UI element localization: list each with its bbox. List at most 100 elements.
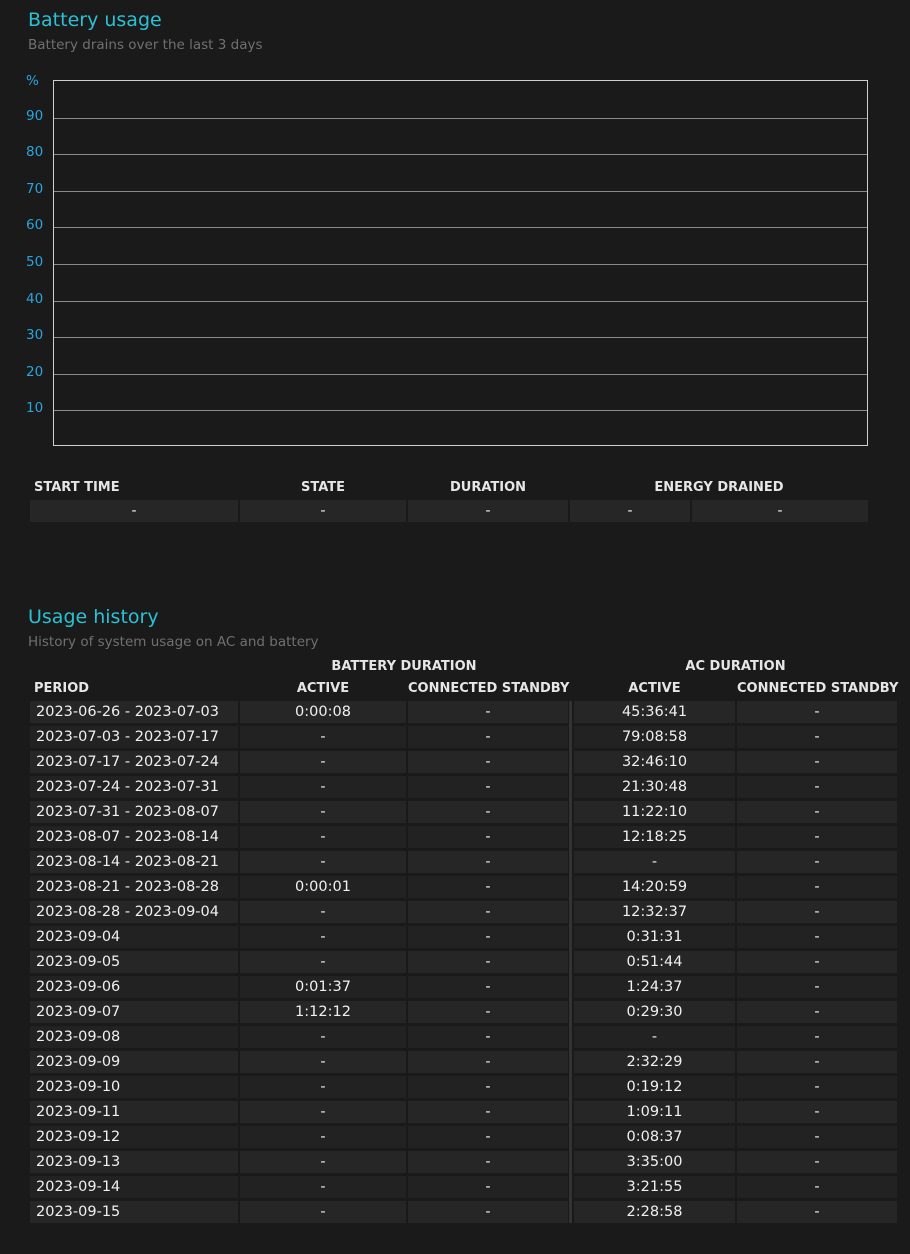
- cell-period: 2023-09-08: [30, 1026, 238, 1048]
- gridline: [54, 227, 867, 228]
- y-tick-label: 80: [26, 144, 44, 160]
- cell-battery-active: -: [240, 1201, 406, 1223]
- cell-battery-standby: -: [408, 1001, 568, 1023]
- cell-period: 2023-09-10: [30, 1076, 238, 1098]
- cell-battery-active: -: [240, 726, 406, 748]
- battery-usage-subtitle: Battery drains over the last 3 days: [28, 37, 263, 53]
- battery-usage-title: Battery usage: [28, 9, 162, 31]
- cell-battery-standby: -: [408, 1101, 568, 1123]
- cell-ac-standby: -: [737, 901, 897, 923]
- cell-ac-standby: -: [737, 1126, 897, 1148]
- cell-period: 2023-07-03 - 2023-07-17: [30, 726, 238, 748]
- gridline: [54, 301, 867, 302]
- header-period: PERIOD: [34, 681, 90, 696]
- cell-ac-standby: -: [737, 1201, 897, 1223]
- cell-ac-active: 11:22:10: [574, 801, 735, 823]
- cell-ac-standby: -: [737, 801, 897, 823]
- cell-period: 2023-07-24 - 2023-07-31: [30, 776, 238, 798]
- cell-period: 2023-09-05: [30, 951, 238, 973]
- drain-cell-duration: -: [408, 500, 568, 522]
- cell-battery-active: -: [240, 851, 406, 873]
- cell-battery-active: -: [240, 801, 406, 823]
- cell-ac-active: 3:35:00: [574, 1151, 735, 1173]
- cell-period: 2023-08-07 - 2023-08-14: [30, 826, 238, 848]
- group-header-ac-duration: AC DURATION: [685, 659, 786, 674]
- drain-cell-state: -: [240, 500, 406, 522]
- gridline: [54, 154, 867, 155]
- group-separator: [569, 701, 572, 1223]
- cell-battery-active: 1:12:12: [240, 1001, 406, 1023]
- header-ac-active: ACTIVE: [628, 681, 681, 696]
- cell-period: 2023-09-13: [30, 1151, 238, 1173]
- cell-ac-standby: -: [737, 1051, 897, 1073]
- drain-cell-start-time: -: [30, 500, 238, 522]
- cell-ac-active: 0:51:44: [574, 951, 735, 973]
- cell-ac-active: 2:28:58: [574, 1201, 735, 1223]
- cell-ac-standby: -: [737, 976, 897, 998]
- cell-period: 2023-09-15: [30, 1201, 238, 1223]
- header-state: STATE: [300, 480, 346, 495]
- header-duration: DURATION: [449, 480, 527, 495]
- cell-battery-active: -: [240, 776, 406, 798]
- cell-ac-standby: -: [737, 851, 897, 873]
- gridline: [54, 191, 867, 192]
- cell-battery-standby: -: [408, 1051, 568, 1073]
- gridline: [54, 374, 867, 375]
- cell-battery-standby: -: [408, 701, 568, 723]
- cell-battery-standby: -: [408, 1026, 568, 1048]
- y-tick-label: 40: [26, 291, 44, 307]
- cell-battery-standby: -: [408, 1151, 568, 1173]
- cell-battery-active: -: [240, 1051, 406, 1073]
- cell-battery-active: 0:00:01: [240, 876, 406, 898]
- cell-battery-active: -: [240, 926, 406, 948]
- header-battery-active: ACTIVE: [296, 681, 350, 696]
- cell-period: 2023-09-06: [30, 976, 238, 998]
- cell-ac-active: 12:18:25: [574, 826, 735, 848]
- cell-ac-active: 45:36:41: [574, 701, 735, 723]
- cell-ac-standby: -: [737, 951, 897, 973]
- cell-battery-standby: -: [408, 751, 568, 773]
- cell-period: 2023-07-17 - 2023-07-24: [30, 751, 238, 773]
- cell-battery-standby: -: [408, 1126, 568, 1148]
- y-tick-label: 10: [26, 400, 44, 416]
- cell-battery-active: -: [240, 901, 406, 923]
- cell-ac-active: -: [574, 1026, 735, 1048]
- cell-ac-standby: -: [737, 1001, 897, 1023]
- cell-battery-active: 0:00:08: [240, 701, 406, 723]
- cell-period: 2023-09-09: [30, 1051, 238, 1073]
- cell-battery-active: -: [240, 1101, 406, 1123]
- cell-battery-active: -: [240, 951, 406, 973]
- cell-battery-standby: -: [408, 1201, 568, 1223]
- cell-battery-standby: -: [408, 951, 568, 973]
- cell-ac-active: 79:08:58: [574, 726, 735, 748]
- cell-ac-standby: -: [737, 1101, 897, 1123]
- cell-battery-active: -: [240, 1076, 406, 1098]
- y-axis-unit-label: %: [26, 73, 39, 89]
- cell-ac-standby: -: [737, 776, 897, 798]
- cell-battery-standby: -: [408, 1176, 568, 1198]
- cell-battery-standby: -: [408, 851, 568, 873]
- cell-ac-active: -: [574, 851, 735, 873]
- cell-ac-standby: -: [737, 1176, 897, 1198]
- cell-ac-active: 32:46:10: [574, 751, 735, 773]
- cell-ac-active: 0:08:37: [574, 1126, 735, 1148]
- usage-history-subtitle: History of system usage on AC and batter…: [28, 634, 319, 650]
- cell-period: 2023-07-31 - 2023-08-07: [30, 801, 238, 823]
- cell-battery-standby: -: [408, 976, 568, 998]
- y-tick-label: 30: [26, 327, 44, 343]
- cell-ac-active: 0:19:12: [574, 1076, 735, 1098]
- cell-period: 2023-08-28 - 2023-09-04: [30, 901, 238, 923]
- header-energy-drained: ENERGY DRAINED: [654, 480, 784, 495]
- cell-battery-standby: -: [408, 776, 568, 798]
- cell-ac-standby: -: [737, 1151, 897, 1173]
- cell-battery-active: -: [240, 1176, 406, 1198]
- cell-battery-standby: -: [408, 901, 568, 923]
- cell-period: 2023-09-14: [30, 1176, 238, 1198]
- cell-period: 2023-09-12: [30, 1126, 238, 1148]
- cell-ac-active: 2:32:29: [574, 1051, 735, 1073]
- y-tick-label: 70: [26, 181, 44, 197]
- drain-cell-energy: -: [570, 500, 690, 522]
- cell-battery-active: -: [240, 826, 406, 848]
- cell-ac-active: 1:24:37: [574, 976, 735, 998]
- cell-ac-standby: -: [737, 1076, 897, 1098]
